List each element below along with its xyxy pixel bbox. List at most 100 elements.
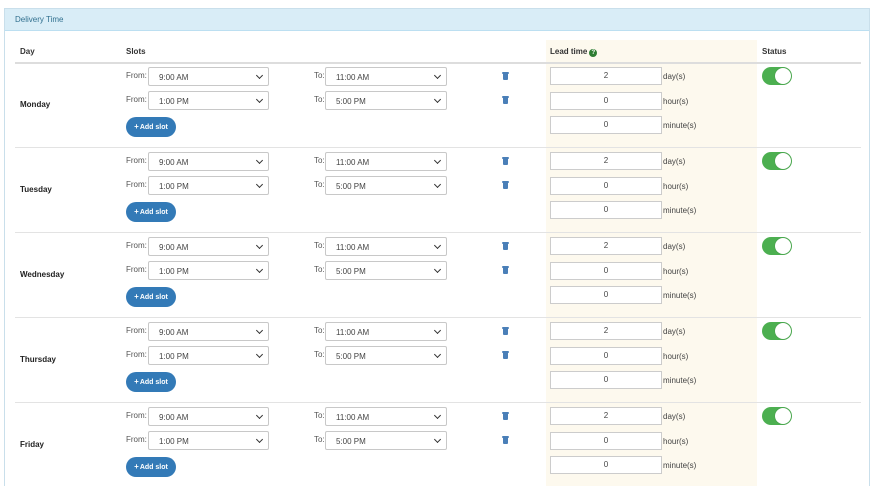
chevron-down-icon [255, 156, 264, 165]
slot-to-select[interactable]: 11:00 AM [325, 152, 447, 171]
help-icon[interactable]: ? [589, 49, 598, 57]
slot-from-value: 9:00 AM [159, 158, 189, 167]
slot-to-select[interactable]: 11:00 AM [325, 67, 447, 86]
trash-icon[interactable] [502, 266, 509, 274]
lead-hours-input[interactable]: 0 [550, 262, 662, 280]
slot-from-select[interactable]: 9:00 AM [148, 237, 269, 256]
slot-to-select[interactable]: 11:00 AM [325, 407, 447, 426]
slot-from-select[interactable]: 9:00 AM [148, 407, 269, 426]
trash-icon[interactable] [502, 96, 509, 104]
status-toggle[interactable] [762, 67, 792, 85]
slot-from-select[interactable]: 1:00 PM [148, 91, 269, 110]
lead-days-unit: day(s) [663, 72, 686, 81]
slot-from-select[interactable]: 9:00 AM [148, 67, 269, 86]
slot-from-value: 1:00 PM [159, 267, 189, 276]
trash-icon[interactable] [502, 181, 509, 189]
to-label: To: [314, 241, 325, 250]
slot-from-select[interactable]: 1:00 PM [148, 346, 269, 365]
trash-icon[interactable] [502, 242, 509, 250]
lead-hours-input[interactable]: 0 [550, 177, 662, 195]
chevron-down-icon [255, 71, 264, 80]
to-label: To: [314, 156, 325, 165]
lead-hours-unit: hour(s) [663, 97, 689, 106]
add-slot-button[interactable]: +Add slot [126, 287, 176, 307]
lead-minutes-input[interactable]: 0 [550, 286, 662, 304]
trash-icon[interactable] [502, 72, 509, 80]
chevron-down-icon [433, 180, 442, 189]
add-slot-button[interactable]: +Add slot [126, 117, 176, 137]
lead-days-input[interactable]: 2 [550, 67, 662, 85]
slot-to-value: 5:00 PM [336, 97, 366, 106]
status-toggle[interactable] [762, 237, 792, 255]
trash-icon[interactable] [502, 412, 509, 420]
slot-from-select[interactable]: 9:00 AM [148, 322, 269, 341]
lead-minutes-unit: minute(s) [663, 291, 697, 300]
to-label: To: [314, 326, 325, 335]
table-header: Day Slots Lead time? Status [5, 45, 869, 63]
day-row: Thursday From: 9:00 AM To: 11:00 AM From… [5, 317, 869, 402]
add-slot-label: Add slot [139, 209, 168, 216]
day-name: Friday [20, 440, 45, 449]
status-toggle[interactable] [762, 152, 792, 170]
slot-to-select[interactable]: 5:00 PM [325, 431, 447, 450]
day-row: Wednesday From: 9:00 AM To: 11:00 AM Fro… [5, 232, 869, 317]
from-label: From: [126, 95, 147, 104]
slot-to-select[interactable]: 5:00 PM [325, 91, 447, 110]
lead-hours-unit: hour(s) [663, 182, 689, 191]
to-label: To: [314, 411, 325, 420]
delivery-time-panel: Delivery Time Day Slots Lead time? Statu… [4, 8, 870, 486]
lead-minutes-input[interactable]: 0 [550, 456, 662, 474]
lead-hours-unit: hour(s) [663, 437, 689, 446]
chevron-down-icon [255, 241, 264, 250]
slot-from-value: 9:00 AM [159, 243, 189, 252]
slot-to-select[interactable]: 5:00 PM [325, 176, 447, 195]
slot-to-select[interactable]: 5:00 PM [325, 261, 447, 280]
lead-days-input[interactable]: 2 [550, 407, 662, 425]
trash-icon[interactable] [502, 327, 509, 335]
trash-icon[interactable] [502, 351, 509, 359]
slot-to-value: 5:00 PM [336, 437, 366, 446]
row-divider [15, 232, 861, 233]
lead-days-unit: day(s) [663, 157, 686, 166]
slot-to-select[interactable]: 11:00 AM [325, 237, 447, 256]
slot-from-value: 1:00 PM [159, 97, 189, 106]
slot-from-select[interactable]: 1:00 PM [148, 431, 269, 450]
from-label: From: [126, 350, 147, 359]
lead-minutes-input[interactable]: 0 [550, 371, 662, 389]
chevron-down-icon [433, 241, 442, 250]
from-label: From: [126, 326, 147, 335]
chevron-down-icon [433, 95, 442, 104]
add-slot-button[interactable]: +Add slot [126, 372, 176, 392]
lead-days-input[interactable]: 2 [550, 322, 662, 340]
add-slot-button[interactable]: +Add slot [126, 202, 176, 222]
slot-from-value: 9:00 AM [159, 73, 189, 82]
plus-icon: + [134, 377, 139, 386]
slot-to-value: 11:00 AM [336, 73, 370, 82]
add-slot-button[interactable]: +Add slot [126, 457, 176, 477]
lead-minutes-input[interactable]: 0 [550, 201, 662, 219]
toggle-knob [775, 153, 791, 169]
lead-days-input[interactable]: 2 [550, 237, 662, 255]
lead-hours-input[interactable]: 0 [550, 92, 662, 110]
slot-to-select[interactable]: 11:00 AM [325, 322, 447, 341]
slot-from-select[interactable]: 9:00 AM [148, 152, 269, 171]
lead-hours-input[interactable]: 0 [550, 432, 662, 450]
slot-from-select[interactable]: 1:00 PM [148, 176, 269, 195]
chevron-down-icon [433, 411, 442, 420]
slot-from-value: 1:00 PM [159, 437, 189, 446]
day-name: Tuesday [20, 185, 52, 194]
slot-to-select[interactable]: 5:00 PM [325, 346, 447, 365]
lead-days-input[interactable]: 2 [550, 152, 662, 170]
add-slot-label: Add slot [139, 294, 168, 301]
trash-icon[interactable] [502, 436, 509, 444]
lead-days-unit: day(s) [663, 242, 686, 251]
status-toggle[interactable] [762, 407, 792, 425]
slot-to-value: 5:00 PM [336, 352, 366, 361]
lead-minutes-input[interactable]: 0 [550, 116, 662, 134]
lead-hours-input[interactable]: 0 [550, 347, 662, 365]
trash-icon[interactable] [502, 157, 509, 165]
status-toggle[interactable] [762, 322, 792, 340]
slot-from-select[interactable]: 1:00 PM [148, 261, 269, 280]
from-label: From: [126, 180, 147, 189]
chevron-down-icon [433, 326, 442, 335]
